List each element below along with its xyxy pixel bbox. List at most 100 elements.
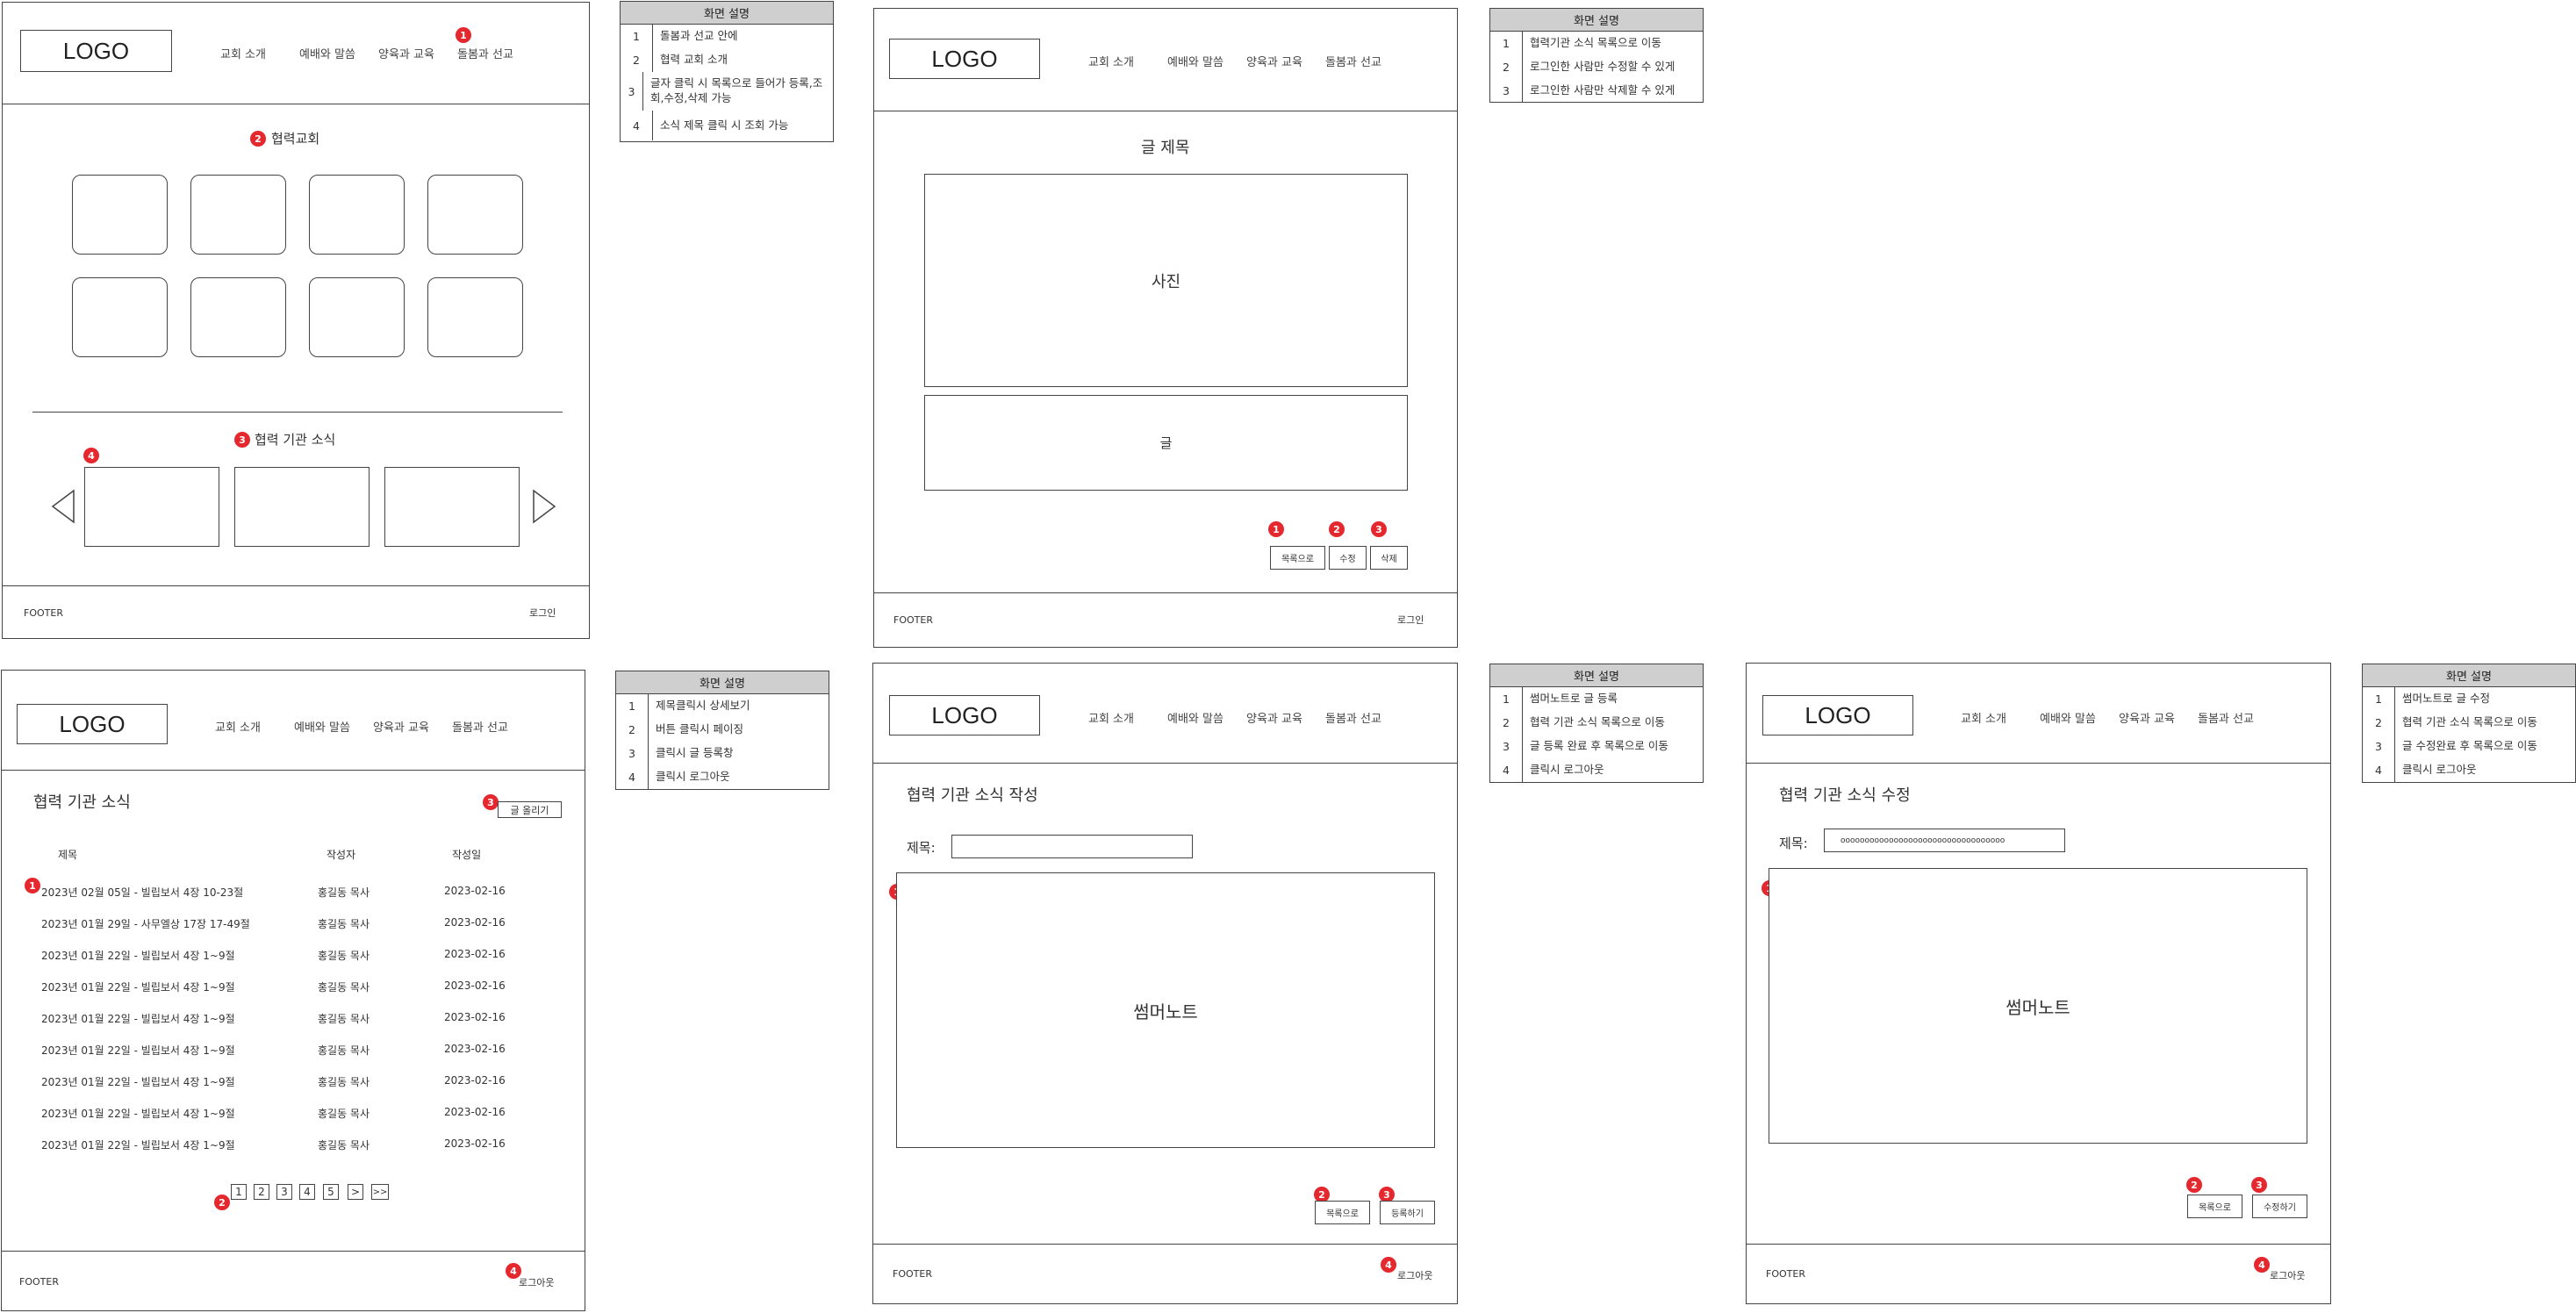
footer-divider [2,1251,585,1252]
page-button-2[interactable]: 2 [254,1184,269,1200]
section-title-partner-news[interactable]: 협력 기관 소식 [255,430,335,448]
post-title-link[interactable]: 2023년 01월 22일 - 빌립보서 4장 1~9절 [41,1137,235,1152]
next-page-button[interactable]: > [348,1184,363,1200]
church-card[interactable] [190,175,286,255]
annotation-badge-3: 3 [2251,1177,2267,1193]
wireframe-detail: LOGO 교회 소개 예배와 말씀 양육과 교육 돌봄과 선교 글 제목 사진 … [873,8,1458,648]
nav-worship[interactable]: 예배와 말씀 [294,718,350,735]
footer-divider [1747,1244,2330,1245]
nav-worship[interactable]: 예배와 말씀 [299,45,355,61]
church-card[interactable] [72,277,168,357]
last-page-button[interactable]: >> [371,1184,389,1200]
news-card[interactable] [234,467,370,547]
post-title-link[interactable]: 2023년 02월 05일 - 빌립보서 4장 10-23절 [41,885,243,900]
nav-nurture[interactable]: 양육과 교육 [2119,709,2175,726]
column-header-author: 작성자 [326,849,356,861]
logout-link[interactable]: 로그아웃 [1397,1268,1432,1282]
logo[interactable]: LOGO [20,30,172,72]
post-title-link[interactable]: 2023년 01월 22일 - 빌립보서 4장 1~9절 [41,1011,235,1026]
nav-worship[interactable]: 예배와 말씀 [1167,53,1223,69]
nav-mission[interactable]: 돌봄과 선교 [1325,709,1381,726]
footer-label: FOOTER [1766,1268,1805,1280]
news-card[interactable] [84,467,219,547]
church-card[interactable] [190,277,286,357]
login-link[interactable]: 로그인 [1397,613,1424,627]
description-row: 2 로그인한 사람만 수정할 수 있게 [1490,55,1703,79]
logo[interactable]: LOGO [1762,695,1913,735]
description-row: 4 소식 제목 클릭 시 조회 가능 [621,111,833,140]
nav-mission[interactable]: 돌봄과 선교 [457,45,513,61]
church-card[interactable] [427,277,523,357]
description-header: 화면 설명 [621,2,833,25]
post-title-link[interactable]: 2023년 01월 22일 - 빌립보서 4장 1~9절 [41,1043,235,1058]
back-to-list-button[interactable]: 목록으로 [1315,1201,1370,1224]
back-to-list-button[interactable]: 목록으로 [2187,1195,2242,1218]
church-card[interactable] [72,175,168,255]
nav-about[interactable]: 교회 소개 [1961,709,2006,726]
screen-description-table: 화면 설명 1 썸머노트로 글 수정 2 협력 기관 소식 목록으로 이동 3글 수… [2362,664,2576,783]
save-edit-button[interactable]: 수정하기 [2252,1195,2307,1218]
page-button-1[interactable]: 1 [231,1184,247,1200]
logo[interactable]: LOGO [889,695,1040,735]
submit-button[interactable]: 등록하기 [1380,1201,1435,1224]
church-card[interactable] [427,175,523,255]
page-button-5[interactable]: 5 [323,1184,339,1200]
page-button-3[interactable]: 3 [276,1184,292,1200]
login-link[interactable]: 로그인 [529,606,556,620]
post-title-link[interactable]: 2023년 01월 22일 - 빌립보서 4장 1~9절 [41,1074,235,1089]
nav-nurture[interactable]: 양육과 교육 [373,718,429,735]
logout-link[interactable]: 로그아웃 [519,1275,554,1289]
nav-worship[interactable]: 예배와 말씀 [1167,709,1223,726]
nav-nurture[interactable]: 양육과 교육 [1246,709,1302,726]
description-row: 1 썸머노트로 글 등록 [1490,687,1703,711]
post-author: 홍길동 목사 [318,886,370,899]
post-title-link[interactable]: 2023년 01월 22일 - 빌립보서 4장 1~9절 [41,979,235,994]
page-title: 협력 기관 소식 작성 [907,786,1038,805]
nav-mission[interactable]: 돌봄과 선교 [2198,709,2254,726]
description-header: 화면 설명 [1490,664,1703,687]
post-author: 홍길동 목사 [318,1013,370,1025]
summernote-editor[interactable]: 썸머노트 [1769,868,2307,1144]
screen-description-table: 화면 설명 1 제목클릭시 상세보기 2 버튼 클릭시 페이징 3 클릭시 글 등록창… [615,671,829,790]
post-title-link[interactable]: 2023년 01월 29일 - 사무엘상 17장 17-49절 [41,916,250,931]
write-post-button[interactable]: 글 올리기 [498,801,562,818]
church-card[interactable] [309,277,405,357]
nav-mission[interactable]: 돌봄과 선교 [452,718,508,735]
nav-mission[interactable]: 돌봄과 선교 [1325,53,1381,69]
nav-about[interactable]: 교회 소개 [1088,709,1134,726]
description-row: 3글 수정완료 후 목록으로 이동 [2363,735,2575,758]
page-button-4[interactable]: 4 [299,1184,315,1200]
description-row: 2 협력 기관 소식 목록으로 이동 [1490,711,1703,735]
logo[interactable]: LOGO [17,704,168,744]
post-date: 2023-02-16 [444,1074,506,1087]
nav-nurture[interactable]: 양육과 교육 [378,45,434,61]
summernote-editor[interactable]: 썸머노트 [896,872,1435,1148]
nav-worship[interactable]: 예배와 말씀 [2040,709,2096,726]
news-card[interactable] [384,467,520,547]
carousel-prev-icon[interactable] [51,489,75,524]
nav-about[interactable]: 교회 소개 [220,45,266,61]
annotation-badge-4: 4 [2254,1257,2270,1273]
title-field-label: 제목: [1779,836,1808,851]
footer-label: FOOTER [893,1268,932,1280]
annotation-badge-4: 4 [1381,1257,1396,1273]
logo[interactable]: LOGO [889,39,1040,79]
title-input[interactable] [951,835,1193,858]
description-row: 3글 등록 완료 후 목록으로 이동 [1490,735,1703,758]
header-divider [2,770,585,771]
nav-about[interactable]: 교회 소개 [215,718,261,735]
nav-about[interactable]: 교회 소개 [1088,53,1134,69]
post-title-link[interactable]: 2023년 01월 22일 - 빌립보서 4장 1~9절 [41,948,235,963]
carousel-next-icon[interactable] [532,489,556,524]
edit-button[interactable]: 수정 [1329,546,1367,570]
back-to-list-button[interactable]: 목록으로 [1270,546,1325,570]
annotation-badge-3: 3 [234,432,250,448]
church-card[interactable] [309,175,405,255]
post-title-link[interactable]: 2023년 01월 22일 - 빌립보서 4장 1~9절 [41,1106,235,1121]
annotation-badge-3: 3 [1371,521,1387,537]
delete-button[interactable]: 삭제 [1370,546,1408,570]
nav-nurture[interactable]: 양육과 교육 [1246,53,1302,69]
wireframe-edit: LOGO 교회 소개 예배와 말씀 양육과 교육 돌봄과 선교 협력 기관 소식… [1746,663,2331,1304]
logout-link[interactable]: 로그아웃 [2270,1268,2305,1282]
title-input[interactable]: oooooooooooooooooooooooooooooooooo [1824,829,2065,852]
